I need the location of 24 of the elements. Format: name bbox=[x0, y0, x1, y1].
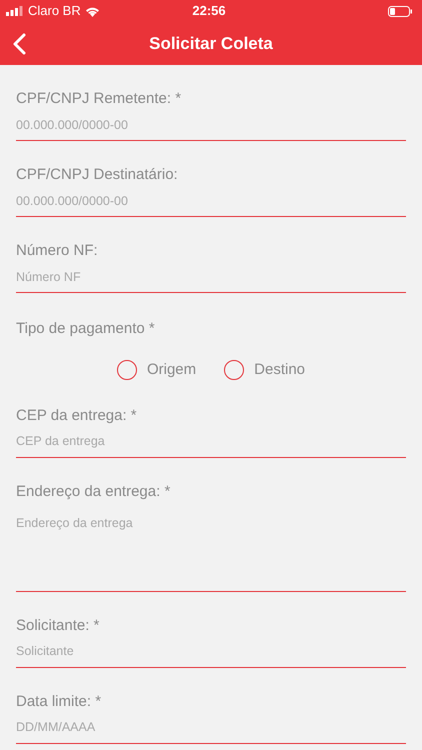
field-label: Endereço da entrega: * bbox=[16, 482, 172, 502]
input-field[interactable]: CEP da entrega bbox=[16, 426, 406, 458]
field-label: Solicitante: * bbox=[16, 616, 100, 636]
input-field[interactable]: Solicitante bbox=[16, 636, 406, 668]
text-area[interactable]: Endereço da entrega bbox=[16, 502, 406, 592]
input-field[interactable]: 00.000.000/0000-00 bbox=[16, 109, 406, 141]
input-field[interactable]: 00.000.000/0000-00 bbox=[16, 185, 406, 217]
field-label: Número NF: bbox=[16, 241, 99, 261]
field-label: Data limite: * bbox=[16, 692, 102, 712]
field-label: CPF/CNPJ Destinatário: bbox=[16, 165, 179, 185]
back-button[interactable] bbox=[12, 32, 28, 56]
field-label: CEP da entrega: * bbox=[16, 406, 138, 426]
wifi-icon bbox=[84, 6, 100, 16]
radio-option[interactable]: Origem bbox=[116, 359, 196, 382]
input-field[interactable]: DD/MM/AAAA bbox=[16, 712, 406, 744]
radio-option[interactable]: Destino bbox=[224, 359, 306, 382]
carrier-name: Claro BR bbox=[28, 2, 81, 20]
battery-icon bbox=[388, 6, 412, 16]
screen-title: Solicitar Coleta bbox=[149, 32, 273, 55]
field-label: CPF/CNPJ Remetente: * bbox=[16, 89, 182, 109]
signal-icon bbox=[6, 6, 24, 16]
field-label: Tipo de pagamento * bbox=[16, 319, 156, 339]
input-field[interactable]: Número NF bbox=[16, 261, 406, 293]
status-time: 22:56 bbox=[192, 2, 226, 20]
